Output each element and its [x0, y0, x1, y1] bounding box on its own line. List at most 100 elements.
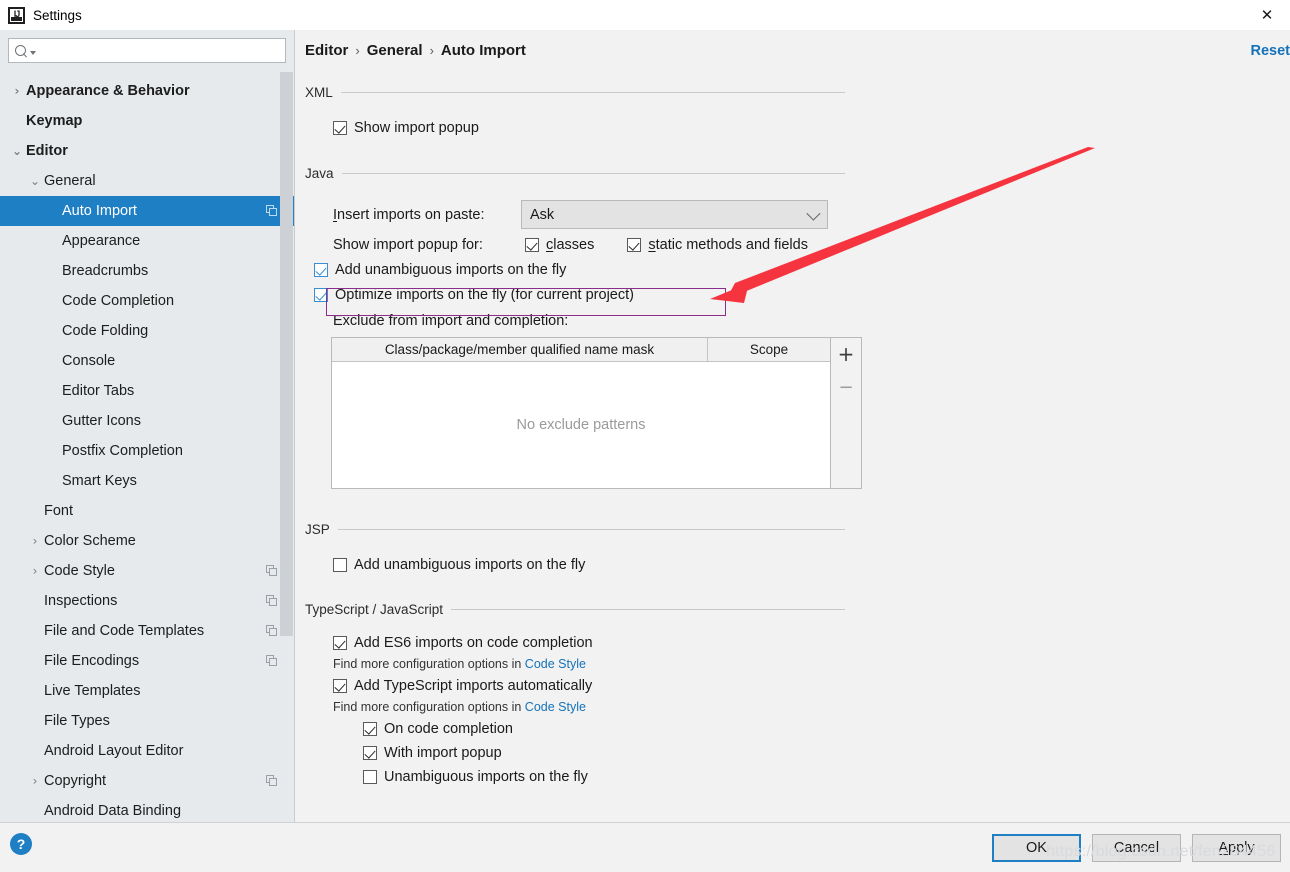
table-empty-state: No exclude patterns — [516, 417, 646, 433]
sidebar-item-file-and-code-templates[interactable]: File and Code Templates — [0, 616, 294, 646]
table-column-header-scope[interactable]: Scope — [708, 338, 830, 361]
chevron-down-icon[interactable]: ⌄ — [8, 144, 26, 158]
sidebar-item-label: Editor — [26, 143, 68, 159]
sidebar-item-file-types[interactable]: File Types — [0, 706, 294, 736]
sidebar-item-code-style[interactable]: › Code Style — [0, 556, 294, 586]
section-divider — [337, 529, 845, 530]
help-button[interactable]: ? — [10, 833, 32, 855]
sidebar-item-file-encodings[interactable]: File Encodings — [0, 646, 294, 676]
sidebar-item-font[interactable]: Font — [0, 496, 294, 526]
hint-text: Find more configuration options in — [333, 700, 522, 714]
checkbox-ts-with-import-popup[interactable]: With import popup — [363, 745, 845, 761]
ok-button[interactable]: OK — [992, 834, 1081, 862]
sidebar-item-label: File and Code Templates — [44, 623, 205, 639]
checkbox-label: static methods and fields — [648, 237, 808, 253]
insert-imports-dropdown[interactable]: Ask — [521, 200, 828, 229]
checkbox-java-static-methods[interactable]: static methods and fields — [627, 237, 808, 253]
sidebar-item-color-scheme[interactable]: › Color Scheme — [0, 526, 294, 556]
search-wrapper — [0, 30, 294, 69]
sidebar-item-appearance[interactable]: Appearance — [0, 226, 294, 256]
sidebar-item-smart-keys[interactable]: Smart Keys — [0, 466, 294, 496]
checkbox-ts-auto-imports[interactable]: Add TypeScript imports automatically — [333, 678, 845, 694]
chevron-down-icon[interactable]: ⌄ — [26, 174, 44, 188]
search-input[interactable] — [36, 39, 285, 62]
hint-code-style-1: Find more configuration options in Code … — [333, 657, 845, 671]
sidebar-item-inspections[interactable]: Inspections — [0, 586, 294, 616]
section-header-jsp: JSP — [305, 522, 845, 537]
section-xml: XML Show import popup — [305, 85, 845, 136]
checkbox-ts-unambiguous-fly[interactable]: Unambiguous imports on the fly — [363, 769, 845, 785]
sidebar-item-auto-import[interactable]: Auto Import — [0, 196, 294, 226]
checkbox-icon — [333, 121, 347, 135]
sidebar-item-copyright[interactable]: › Copyright — [0, 766, 294, 796]
sidebar-item-gutter-icons[interactable]: Gutter Icons — [0, 406, 294, 436]
add-pattern-button[interactable]: + — [835, 343, 857, 365]
search-box[interactable] — [8, 38, 286, 63]
sidebar-item-general[interactable]: ⌄ General — [0, 166, 294, 196]
table-column-header-mask[interactable]: Class/package/member qualified name mask — [332, 338, 708, 361]
checkbox-xml-show-import-popup[interactable]: Show import popup — [333, 120, 845, 136]
sidebar-item-code-completion[interactable]: Code Completion — [0, 286, 294, 316]
sidebar-item-label: Code Completion — [62, 293, 175, 309]
sidebar-item-live-templates[interactable]: Live Templates — [0, 676, 294, 706]
hint-code-style-2: Find more configuration options in Code … — [333, 700, 845, 714]
sidebar-item-label: Smart Keys — [62, 473, 137, 489]
sidebar-item-appearance-behavior[interactable]: › Appearance & Behavior — [0, 76, 294, 106]
reset-link[interactable]: Reset — [1251, 43, 1290, 59]
sidebar-item-breadcrumbs[interactable]: Breadcrumbs — [0, 256, 294, 286]
section-divider — [341, 173, 845, 174]
exclude-table[interactable]: Class/package/member qualified name mask… — [331, 337, 831, 489]
sidebar-item-keymap[interactable]: Keymap — [0, 106, 294, 136]
close-icon[interactable]: ✕ — [1244, 0, 1290, 30]
sidebar-item-editor-tabs[interactable]: Editor Tabs — [0, 376, 294, 406]
sidebar-item-android-data-binding[interactable]: Android Data Binding — [0, 796, 294, 822]
breadcrumb-item-editor[interactable]: Editor — [305, 42, 348, 59]
sidebar-item-label: Postfix Completion — [62, 443, 183, 459]
chevron-right-icon[interactable]: › — [26, 534, 44, 548]
sidebar-item-label: Auto Import — [62, 203, 137, 219]
sidebar-item-label: Android Data Binding — [44, 803, 182, 819]
sidebar-item-code-folding[interactable]: Code Folding — [0, 316, 294, 346]
cancel-button[interactable]: Cancel — [1092, 834, 1181, 862]
sidebar-scrollbar-thumb[interactable] — [280, 72, 293, 636]
sidebar-item-label: General — [44, 173, 96, 189]
checkbox-jsp-add-unambiguous[interactable]: Add unambiguous imports on the fly — [333, 557, 845, 573]
checkbox-java-optimize-imports[interactable]: Optimize imports on the fly (for current… — [314, 287, 845, 303]
sidebar-item-console[interactable]: Console — [0, 346, 294, 376]
breadcrumb-item-general[interactable]: General — [367, 42, 423, 59]
copy-icon[interactable] — [266, 625, 278, 637]
breadcrumb-separator-icon: › — [429, 43, 434, 58]
section-title-java: Java — [305, 166, 334, 181]
apply-button[interactable]: Apply — [1192, 834, 1281, 862]
chevron-right-icon[interactable]: › — [8, 84, 26, 98]
checkbox-ts-on-code-completion[interactable]: On code completion — [363, 721, 845, 737]
sidebar-item-label: Appearance — [62, 233, 141, 249]
code-style-link[interactable]: Code Style — [525, 700, 586, 714]
checkbox-java-classes[interactable]: classes — [525, 237, 594, 253]
sidebar-item-android-layout-editor[interactable]: Android Layout Editor — [0, 736, 294, 766]
show-import-popup-for-row: Show import popup for: classes static me… — [333, 237, 845, 253]
sidebar-item-label: Live Templates — [44, 683, 141, 699]
remove-pattern-button[interactable]: − — [835, 377, 857, 399]
copy-icon[interactable] — [266, 565, 278, 577]
sidebar-item-postfix-completion[interactable]: Postfix Completion — [0, 436, 294, 466]
copy-icon[interactable] — [266, 775, 278, 787]
settings-main-panel: Editor › General › Auto Import Reset XML… — [296, 30, 1290, 822]
settings-window: IJ Settings ✕ › Appearance & Behavior Key… — [0, 0, 1290, 872]
chevron-right-icon[interactable]: › — [26, 774, 44, 788]
copy-icon[interactable] — [266, 205, 278, 217]
chevron-right-icon[interactable]: › — [26, 564, 44, 578]
code-style-link[interactable]: Code Style — [525, 657, 586, 671]
copy-icon[interactable] — [266, 655, 278, 667]
checkbox-icon — [525, 238, 539, 252]
checkbox-java-add-unambiguous[interactable]: Add unambiguous imports on the fly — [314, 262, 845, 278]
checkbox-ts-es6-imports[interactable]: Add ES6 imports on code completion — [333, 635, 845, 651]
copy-icon[interactable] — [266, 595, 278, 607]
sidebar-item-editor[interactable]: ⌄ Editor — [0, 136, 294, 166]
